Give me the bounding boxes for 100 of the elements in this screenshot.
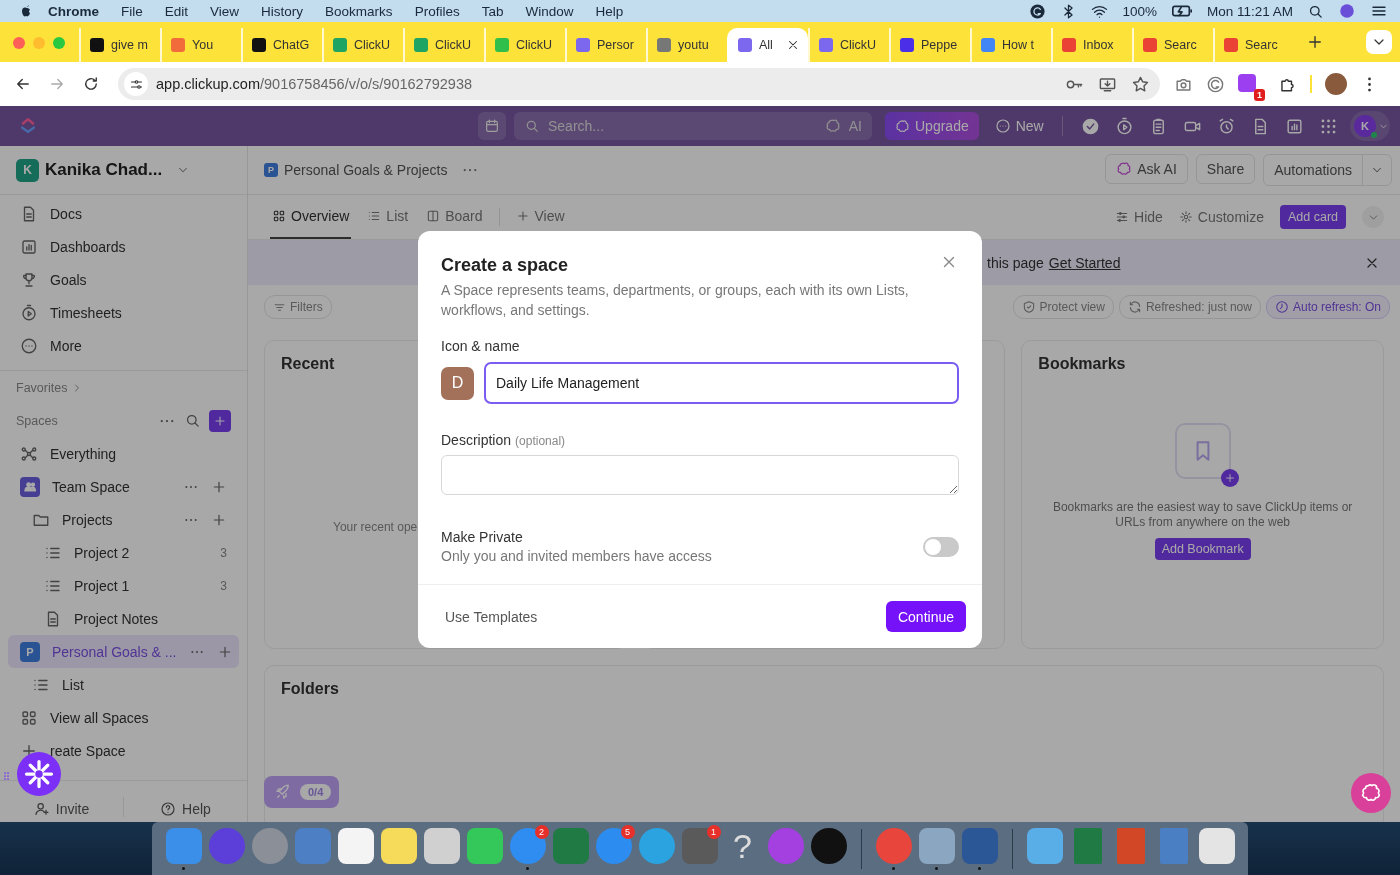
- description-field[interactable]: [441, 455, 959, 495]
- tree-item[interactable]: Projects: [8, 503, 239, 536]
- gear-icon: [1178, 210, 1193, 224]
- siri-icon[interactable]: [1338, 2, 1356, 20]
- add-card-button[interactable]: Add card: [1279, 205, 1346, 229]
- close-icon[interactable]: [786, 38, 800, 52]
- get-started-link[interactable]: Get Started: [1048, 254, 1121, 271]
- breadcrumb-title[interactable]: Personal Goals & Projects: [284, 162, 448, 178]
- item-count: 3: [220, 545, 227, 560]
- app-icon[interactable]: [918, 827, 955, 864]
- trophy-icon: [20, 270, 38, 289]
- invite-button[interactable]: Invite: [0, 801, 123, 817]
- tab-title: Persor: [597, 38, 634, 52]
- tree-item[interactable]: Project Notes: [8, 602, 239, 635]
- tab-title: Searc: [1164, 38, 1197, 52]
- app-icon[interactable]: [337, 827, 374, 864]
- app-icon[interactable]: [1026, 827, 1063, 864]
- url-host: app.clickup.com: [156, 76, 260, 92]
- check-circle-icon[interactable]: [1080, 116, 1100, 136]
- tree-item[interactable]: Team Space: [8, 470, 239, 503]
- customize-button[interactable]: Customize: [1178, 209, 1264, 225]
- ai-label: AI: [848, 118, 862, 134]
- field-label: Icon & name: [441, 338, 521, 354]
- app-icon[interactable]: [810, 827, 847, 864]
- menu-item[interactable]: Help: [584, 3, 635, 19]
- app-icon[interactable]: [380, 827, 417, 864]
- new-tab-icon[interactable]: [1306, 33, 1324, 51]
- use-templates-button[interactable]: Use Templates: [445, 608, 538, 625]
- empty-state-text: Your recent ope: [333, 520, 419, 534]
- sidebar-item[interactable]: Docs: [8, 197, 239, 230]
- app-icon[interactable]: [1198, 827, 1235, 864]
- tab-title: How t: [1002, 38, 1034, 52]
- site-info-button[interactable]: [124, 72, 148, 96]
- tree-item[interactable]: Everything: [8, 437, 239, 470]
- share-button[interactable]: Share: [1195, 154, 1256, 184]
- filter-chip[interactable]: Auto refresh: On: [1265, 295, 1390, 319]
- tab-title: Peppe: [921, 38, 958, 52]
- ai-button[interactable]: [1351, 773, 1391, 813]
- tree-item[interactable]: List: [8, 668, 239, 701]
- menu-item[interactable]: Window: [514, 3, 585, 19]
- tree-item[interactable]: Project 1 3: [8, 569, 239, 602]
- upgrade-button[interactable]: Upgrade: [885, 112, 979, 140]
- menu-item[interactable]: Edit: [153, 3, 200, 19]
- more-icon: [20, 336, 38, 355]
- ask-ai-button[interactable]: Ask AI: [1105, 154, 1188, 184]
- search-icon[interactable]: [184, 412, 201, 429]
- tree-item[interactable]: reate Space: [8, 734, 239, 767]
- continue-button[interactable]: Continue: [885, 601, 966, 632]
- timer-icon[interactable]: [1114, 116, 1134, 136]
- menu-item[interactable]: View: [199, 3, 251, 19]
- app-icon[interactable]: [423, 827, 460, 864]
- sidebar-item[interactable]: More: [8, 329, 239, 362]
- sidebar-item[interactable]: Timesheets: [8, 296, 239, 329]
- help-app-icon[interactable]: ?: [733, 827, 752, 864]
- tab-search-button[interactable]: [1366, 30, 1392, 54]
- view-tab[interactable]: List: [365, 195, 411, 239]
- menu-item[interactable]: Tab: [470, 3, 515, 19]
- view-tab[interactable]: View: [513, 195, 567, 239]
- star-icon[interactable]: [1131, 74, 1150, 94]
- menu-item[interactable]: Profiles: [403, 3, 471, 19]
- tree-item[interactable]: View all Spaces: [8, 701, 239, 734]
- tab-title: give m: [111, 38, 148, 52]
- close-window-button[interactable]: [13, 37, 25, 49]
- menubar-clock[interactable]: Mon 11:21 AM: [1206, 3, 1293, 19]
- grammarly-icon[interactable]: [1206, 74, 1225, 94]
- space-icon-picker[interactable]: D: [441, 366, 474, 400]
- address-bar[interactable]: app.clickup.com/9016758456/v/o/s/90162792938: [118, 68, 1160, 100]
- add-space-button[interactable]: [209, 409, 231, 432]
- everything-icon: [20, 444, 38, 463]
- chart-icon[interactable]: [1284, 116, 1304, 136]
- tab-title: youtu: [678, 38, 709, 52]
- hide-button[interactable]: Hide: [1115, 209, 1163, 225]
- add-bookmark-button[interactable]: Add Bookmark: [1154, 538, 1251, 560]
- card-title: Bookmarks: [1038, 355, 1127, 373]
- notification-badge: 2: [534, 824, 549, 839]
- calendar-icon: [484, 118, 500, 134]
- dialog-title: Create a space: [441, 255, 569, 276]
- app-icon[interactable]: [466, 827, 503, 864]
- menu-item[interactable]: File: [110, 3, 154, 19]
- menu-item[interactable]: History: [250, 3, 315, 19]
- help-button[interactable]: Help: [124, 801, 247, 817]
- logo-icon[interactable]: [18, 116, 38, 136]
- new-button[interactable]: New: [986, 112, 1052, 140]
- view-tab[interactable]: Board: [424, 195, 485, 239]
- workspace-avatar: K: [16, 158, 39, 182]
- private-toggle[interactable]: [923, 536, 959, 557]
- name-field[interactable]: Daily Life Management: [484, 362, 959, 404]
- browser-tab[interactable]: All: [727, 28, 808, 62]
- profile-avatar[interactable]: [1325, 73, 1347, 95]
- menu-item[interactable]: Bookmarks: [314, 3, 404, 19]
- app-menu[interactable]: Chrome: [34, 3, 110, 19]
- sidebar-item[interactable]: Goals: [8, 263, 239, 296]
- tree-item[interactable]: Project 2 3: [8, 536, 239, 569]
- banner-text: this page: [987, 254, 1044, 271]
- sidebar-item[interactable]: Dashboards: [8, 230, 239, 263]
- workspace-name[interactable]: Kanika Chad...: [45, 160, 163, 180]
- grammarly-icon[interactable]: [1029, 2, 1047, 20]
- plus-icon: [213, 413, 227, 428]
- grid-icon: [20, 708, 38, 727]
- clock-icon: [1274, 300, 1289, 314]
